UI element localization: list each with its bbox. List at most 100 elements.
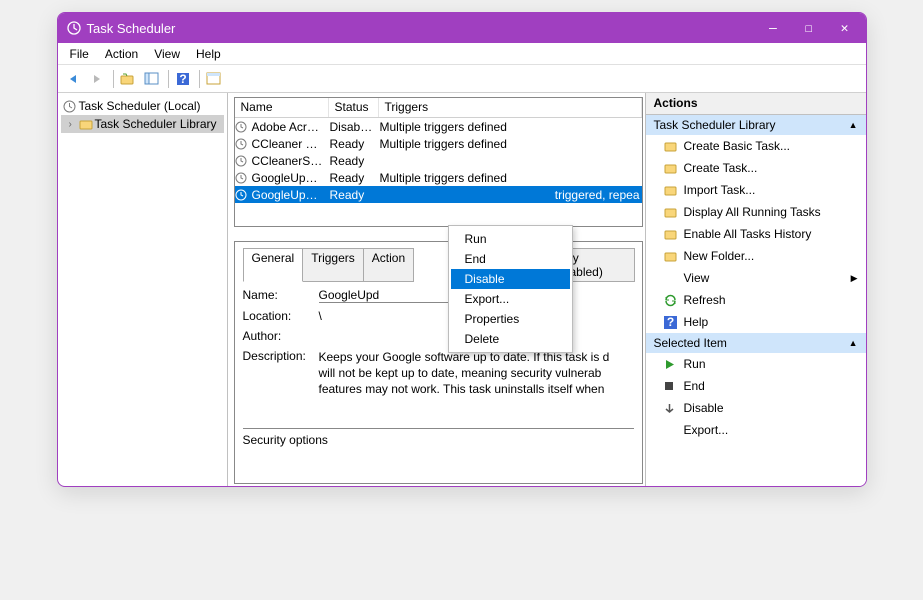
action-item[interactable]: Import Task... [646,179,866,201]
menu-action[interactable]: Action [97,45,146,63]
clock-icon [235,155,249,167]
action-item[interactable]: Refresh [646,289,866,311]
task-triggers: Multiple triggers defined [377,171,642,185]
menu-view[interactable]: View [146,45,188,63]
action-label: Create Task... [684,161,758,175]
clock-icon [235,121,249,133]
action-label: Export... [684,423,729,437]
task-name: GoogleUpda... [249,188,327,202]
actions-header: Actions [646,93,866,115]
action-item[interactable]: Create Task... [646,157,866,179]
maximize-button[interactable]: ☐ [805,21,813,36]
clock-icon [67,21,81,35]
action-item[interactable]: View▶ [646,267,866,289]
col-name[interactable]: Name [235,98,329,117]
action-icon: ? [664,316,684,329]
details-tabs: General Triggers Action istory (disabled… [243,248,634,282]
task-status: Disabled [327,120,377,134]
action-item[interactable]: Enable All Tasks History [646,223,866,245]
properties-icon[interactable] [203,68,225,90]
titlebar: Task Scheduler — ☐ ✕ [58,13,866,43]
action-icon [664,206,684,218]
action-item[interactable]: Run [646,353,866,375]
action-label: Help [684,315,709,329]
actions-pane: Actions Task Scheduler Library ▲ Create … [646,93,866,486]
context-menu: RunEndDisableExport...PropertiesDelete [448,225,573,353]
section-selected[interactable]: Selected Item ▲ [646,333,866,353]
action-item[interactable]: Display All Running Tasks [646,201,866,223]
context-item[interactable]: Delete [451,329,570,349]
show-hide-pane-icon[interactable] [141,68,163,90]
context-item[interactable]: Properties [451,309,570,329]
action-label: Create Basic Task... [684,139,791,153]
col-status[interactable]: Status [329,98,379,117]
forward-button[interactable] [86,68,108,90]
task-row[interactable]: Adobe Acro... Disabled Multiple triggers… [235,118,642,135]
description-label: Description: [243,349,319,398]
action-icon [664,140,684,152]
section-selected-label: Selected Item [654,336,727,350]
action-icon [664,228,684,240]
task-status: Ready [327,154,377,168]
menu-file[interactable]: File [62,45,97,63]
action-item[interactable]: Disable [646,397,866,419]
minimize-button[interactable]: — [769,21,777,36]
clock-icon [235,138,249,150]
action-label: Refresh [684,293,726,307]
action-icon [664,381,684,391]
window: Task Scheduler — ☐ ✕ File Action View He… [57,12,867,487]
action-item[interactable]: Create Basic Task... [646,135,866,157]
task-row[interactable]: GoogleUpda... Ready triggered, repea [235,186,642,203]
action-item[interactable]: End [646,375,866,397]
context-item[interactable]: Disable [451,269,570,289]
window-controls: — ☐ ✕ [769,21,859,36]
window-title: Task Scheduler [87,21,176,36]
collapse-icon: ▲ [849,338,858,348]
action-icon [664,403,684,414]
task-triggers: Multiple triggers defined [377,120,642,134]
action-item[interactable]: ?Help [646,311,866,333]
task-name: CCleanerSki... [249,154,327,168]
close-button[interactable]: ✕ [841,21,849,36]
task-row[interactable]: CCleaner Up... Ready Multiple triggers d… [235,135,642,152]
col-triggers[interactable]: Triggers [379,98,642,117]
tree-root[interactable]: Task Scheduler (Local) [61,97,224,115]
collapse-icon: ▲ [849,120,858,130]
tab-triggers[interactable]: Triggers [302,248,364,282]
center-pane: Name Status Triggers Adobe Acro... Disab… [228,93,646,486]
action-label: Disable [684,401,724,415]
action-icon [664,184,684,196]
task-row[interactable]: GoogleUpda... Ready Multiple triggers de… [235,169,642,186]
menu-help[interactable]: Help [188,45,229,63]
action-icon [664,162,684,174]
task-triggers: Multiple triggers defined [377,137,642,151]
task-status: Ready [327,188,377,202]
svg-text:?: ? [179,72,186,86]
action-item[interactable]: Export... [646,419,866,441]
help-icon[interactable]: ? [172,68,194,90]
action-label: Display All Running Tasks [684,205,821,219]
menubar: File Action View Help [58,43,866,65]
task-row[interactable]: CCleanerSki... Ready [235,152,642,169]
section-library[interactable]: Task Scheduler Library ▲ [646,115,866,135]
action-icon [664,359,684,370]
back-button[interactable] [62,68,84,90]
action-item[interactable]: New Folder... [646,245,866,267]
task-details: General Triggers Action istory (disabled… [234,241,643,484]
chevron-right-icon: › [69,119,79,130]
tree-child[interactable]: › Task Scheduler Library [61,115,224,133]
toolbar: ? [58,65,866,93]
tab-general[interactable]: General [243,248,304,282]
security-options-label: Security options [243,428,634,447]
tab-actions[interactable]: Action [363,248,414,282]
context-item[interactable]: Run [451,229,570,249]
action-label: New Folder... [684,249,755,263]
clock-icon [235,189,249,201]
action-label: Import Task... [684,183,756,197]
context-item[interactable]: End [451,249,570,269]
context-item[interactable]: Export... [451,289,570,309]
action-icon [664,294,684,307]
folder-up-icon[interactable] [117,68,139,90]
chevron-right-icon: ▶ [851,273,858,284]
description-value: Keeps your Google software up to date. I… [319,349,634,398]
